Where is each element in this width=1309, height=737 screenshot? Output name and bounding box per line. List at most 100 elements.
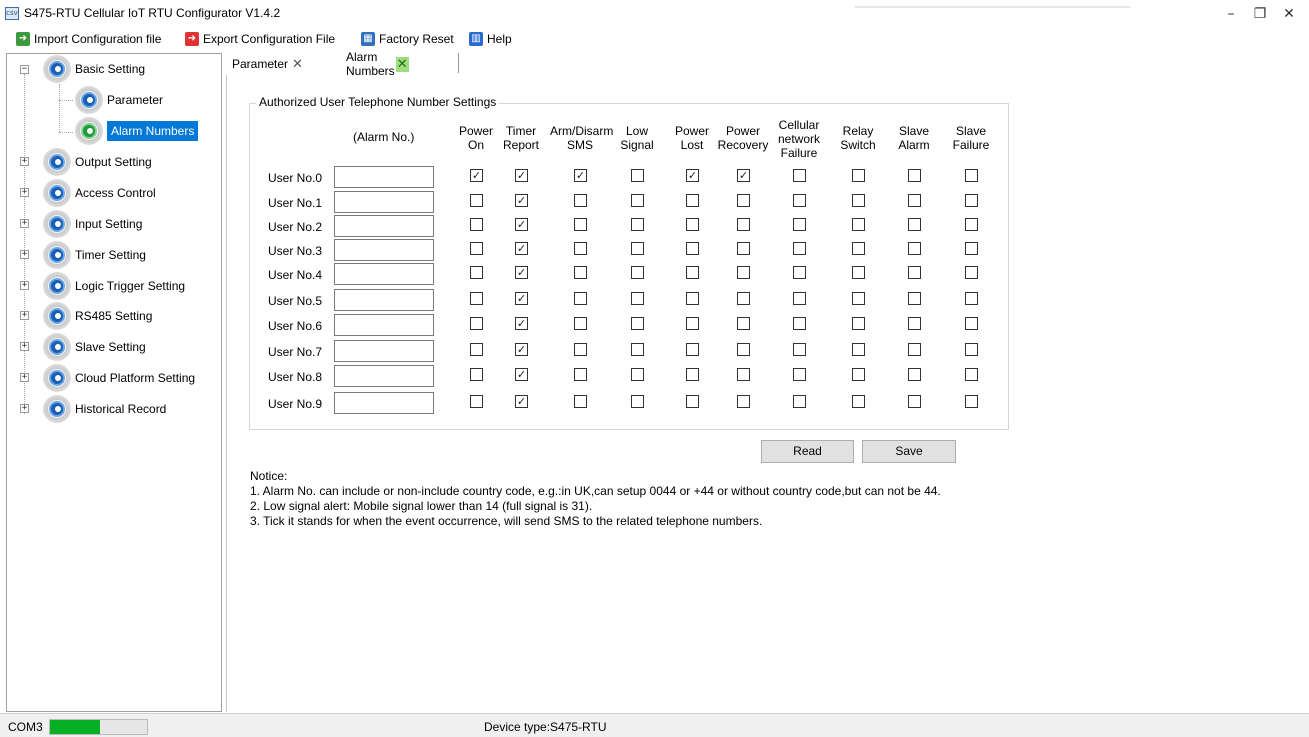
event-checkbox[interactable] [965, 317, 978, 330]
event-checkbox[interactable] [574, 194, 587, 207]
event-checkbox[interactable] [631, 368, 644, 381]
alarm-number-input[interactable] [334, 215, 434, 237]
event-checkbox[interactable] [852, 317, 865, 330]
tree-item-access-control[interactable]: Access Control [43, 179, 156, 207]
event-checkbox[interactable] [737, 242, 750, 255]
expand-toggle-access[interactable]: + [20, 188, 29, 197]
event-checkbox[interactable] [852, 395, 865, 408]
tree-item-slave-setting[interactable]: Slave Setting [43, 333, 146, 361]
event-checkbox[interactable] [631, 317, 644, 330]
tree-item-parameter[interactable]: Parameter [75, 86, 163, 114]
event-checkbox[interactable] [793, 169, 806, 182]
event-checkbox[interactable] [908, 218, 921, 231]
event-checkbox[interactable] [686, 218, 699, 231]
event-checkbox[interactable] [574, 395, 587, 408]
expand-toggle-logic[interactable]: + [20, 281, 29, 290]
event-checkbox[interactable] [793, 292, 806, 305]
import-config-button[interactable]: ➜ Import Configuration file [16, 30, 161, 48]
event-checkbox[interactable] [470, 395, 483, 408]
event-checkbox[interactable] [737, 194, 750, 207]
event-checkbox[interactable] [574, 292, 587, 305]
event-checkbox[interactable] [686, 343, 699, 356]
event-checkbox[interactable] [793, 395, 806, 408]
event-checkbox[interactable] [908, 266, 921, 279]
event-checkbox[interactable] [470, 242, 483, 255]
event-checkbox[interactable] [737, 343, 750, 356]
event-checkbox[interactable] [965, 343, 978, 356]
expand-toggle-cloud[interactable]: + [20, 373, 29, 382]
event-checkbox[interactable] [852, 292, 865, 305]
event-checkbox[interactable] [965, 169, 978, 182]
event-checkbox[interactable] [686, 292, 699, 305]
event-checkbox[interactable]: ✓ [515, 218, 528, 231]
event-checkbox[interactable] [470, 368, 483, 381]
collapse-toggle-basic[interactable]: − [20, 65, 29, 74]
event-checkbox[interactable] [965, 395, 978, 408]
expand-toggle-slave[interactable]: + [20, 342, 29, 351]
event-checkbox[interactable] [852, 242, 865, 255]
event-checkbox[interactable] [908, 368, 921, 381]
event-checkbox[interactable] [737, 266, 750, 279]
tree-item-rs485-setting[interactable]: RS485 Setting [43, 302, 152, 330]
event-checkbox[interactable] [793, 218, 806, 231]
close-window-button[interactable]: ✕ [1274, 4, 1304, 24]
event-checkbox[interactable] [793, 194, 806, 207]
event-checkbox[interactable]: ✓ [515, 395, 528, 408]
event-checkbox[interactable] [737, 292, 750, 305]
alarm-number-input[interactable] [334, 263, 434, 285]
event-checkbox[interactable] [908, 343, 921, 356]
event-checkbox[interactable] [686, 368, 699, 381]
tree-item-cloud-platform[interactable]: Cloud Platform Setting [43, 364, 195, 392]
alarm-number-input[interactable] [334, 340, 434, 362]
help-button[interactable]: ▥ Help [469, 30, 512, 48]
event-checkbox[interactable] [737, 317, 750, 330]
event-checkbox[interactable] [793, 368, 806, 381]
event-checkbox[interactable]: ✓ [470, 169, 483, 182]
tree-item-timer-setting[interactable]: Timer Setting [43, 241, 146, 269]
expand-toggle-output[interactable]: + [20, 157, 29, 166]
alarm-number-input[interactable] [334, 365, 434, 387]
event-checkbox[interactable] [574, 218, 587, 231]
tree-item-alarm-numbers[interactable]: Alarm Numbers [75, 117, 199, 145]
event-checkbox[interactable] [574, 242, 587, 255]
event-checkbox[interactable] [852, 266, 865, 279]
event-checkbox[interactable] [793, 317, 806, 330]
event-checkbox[interactable]: ✓ [515, 169, 528, 182]
event-checkbox[interactable] [631, 395, 644, 408]
tree-item-output-setting[interactable]: Output Setting [43, 148, 152, 176]
event-checkbox[interactable] [631, 218, 644, 231]
event-checkbox[interactable] [470, 266, 483, 279]
event-checkbox[interactable] [965, 242, 978, 255]
event-checkbox[interactable] [852, 368, 865, 381]
event-checkbox[interactable] [686, 317, 699, 330]
event-checkbox[interactable]: ✓ [515, 242, 528, 255]
event-checkbox[interactable] [852, 169, 865, 182]
event-checkbox[interactable] [631, 343, 644, 356]
close-tab-icon[interactable]: ✕ [292, 57, 303, 72]
alarm-number-input[interactable] [334, 289, 434, 311]
event-checkbox[interactable]: ✓ [515, 292, 528, 305]
event-checkbox[interactable] [631, 242, 644, 255]
factory-reset-button[interactable]: ▦ Factory Reset [361, 30, 454, 48]
restore-button[interactable]: ❐ [1245, 4, 1275, 24]
event-checkbox[interactable]: ✓ [515, 266, 528, 279]
tab-parameter[interactable]: Parameter ✕ [226, 53, 303, 75]
event-checkbox[interactable]: ✓ [737, 169, 750, 182]
event-checkbox[interactable] [574, 317, 587, 330]
event-checkbox[interactable] [908, 395, 921, 408]
event-checkbox[interactable] [470, 218, 483, 231]
event-checkbox[interactable] [908, 292, 921, 305]
event-checkbox[interactable] [793, 343, 806, 356]
event-checkbox[interactable] [737, 218, 750, 231]
export-config-button[interactable]: ➜ Export Configuration File [185, 30, 335, 48]
event-checkbox[interactable] [686, 395, 699, 408]
event-checkbox[interactable] [852, 218, 865, 231]
event-checkbox[interactable] [965, 292, 978, 305]
event-checkbox[interactable] [631, 194, 644, 207]
event-checkbox[interactable]: ✓ [515, 317, 528, 330]
event-checkbox[interactable]: ✓ [515, 368, 528, 381]
expand-toggle-timer[interactable]: + [20, 250, 29, 259]
event-checkbox[interactable] [965, 266, 978, 279]
minimize-button[interactable]: – [1216, 4, 1246, 24]
close-tab-icon[interactable]: ✕ [395, 56, 409, 72]
